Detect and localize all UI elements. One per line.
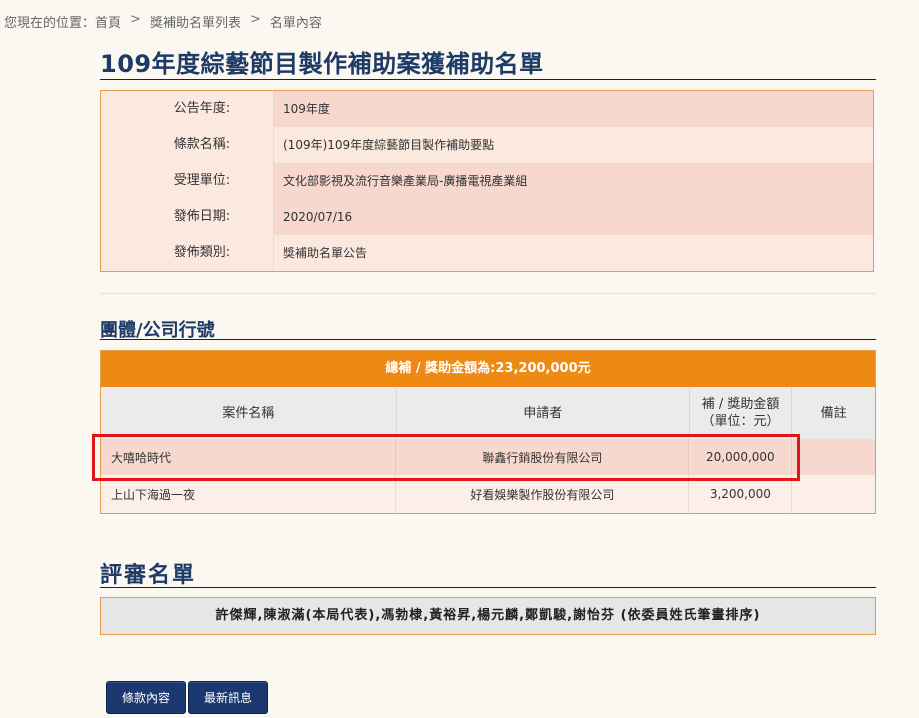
info-row-category: 發佈類別: 獎補助名單公告 <box>101 235 873 271</box>
info-row-terms: 條款名稱: (109年)109年度綜藝節目製作補助要點 <box>101 127 873 163</box>
table-header: 案件名稱 申請者 補 / 獎助金額 （單位：元） 備註 <box>101 387 875 439</box>
section-rule <box>100 587 876 588</box>
news-button[interactable]: 最新訊息 <box>188 681 268 714</box>
note <box>792 439 875 475</box>
column-header-applicant: 申請者 <box>397 387 690 439</box>
breadcrumb: 您現在的位置： 首頁 > 獎補助名單列表 > 名單內容 <box>4 12 322 31</box>
column-header-note: 備註 <box>820 405 847 421</box>
amount-header-line2: （單位：元） <box>701 414 780 429</box>
column-divider <box>273 91 274 271</box>
amount: 20,000,000 <box>689 439 793 475</box>
info-label: 發佈類別: <box>173 245 231 260</box>
section-rule <box>100 339 876 340</box>
info-value: 文化部影視及流行音樂產業局-廣播電視產業組 <box>273 163 873 199</box>
info-value: 獎補助名單公告 <box>273 235 873 271</box>
info-value: 2020/07/16 <box>273 199 873 235</box>
info-row-year: 公告年度: 109年度 <box>101 91 873 127</box>
note <box>792 475 875 513</box>
case-name: 大嘻哈時代 <box>101 439 397 475</box>
column-header-case: 案件名稱 <box>101 387 397 439</box>
column-header-amount: 補 / 獎助金額 （單位：元） <box>690 387 793 439</box>
section-title-reviewers: 評審名單 <box>100 563 197 588</box>
info-label: 條款名稱: <box>173 137 231 152</box>
terms-button[interactable]: 條款內容 <box>106 681 186 714</box>
info-label: 受理單位: <box>173 173 231 188</box>
grant-table: 總補 / 獎助金額為:23,200,000元 案件名稱 申請者 補 / 獎助金額… <box>100 350 876 514</box>
announcement-info-table: 公告年度: 109年度 條款名稱: (109年)109年度綜藝節目製作補助要點 … <box>100 90 874 272</box>
info-label: 公告年度: <box>173 101 231 116</box>
applicant: 好看娛樂製作股份有限公司 <box>396 475 690 513</box>
breadcrumb-current: 名單內容 <box>269 16 322 31</box>
page-title: 109年度綜藝節目製作補助案獲補助名單 <box>100 50 544 78</box>
info-row-date: 發佈日期: 2020/07/16 <box>101 199 873 235</box>
table-row: 上山下海過一夜 好看娛樂製作股份有限公司 3,200,000 <box>101 475 875 513</box>
breadcrumb-list-link[interactable]: 獎補助名單列表 <box>150 12 241 31</box>
breadcrumb-home-link[interactable]: 首頁 <box>95 12 121 31</box>
applicant: 聯鑫行銷股份有限公司 <box>396 439 690 475</box>
info-value: (109年)109年度綜藝節目製作補助要點 <box>273 127 873 163</box>
total-amount-bar: 總補 / 獎助金額為:23,200,000元 <box>101 351 875 387</box>
info-label: 發佈日期: <box>173 209 231 224</box>
breadcrumb-separator: > <box>249 12 261 27</box>
breadcrumb-prefix: 您現在的位置： <box>4 16 96 31</box>
title-divider <box>100 79 876 80</box>
amount-header-line1: 補 / 獎助金額 <box>701 397 780 412</box>
amount: 3,200,000 <box>689 475 793 513</box>
info-value: 109年度 <box>273 91 873 127</box>
breadcrumb-separator: > <box>130 12 141 27</box>
table-row: 大嘻哈時代 聯鑫行銷股份有限公司 20,000,000 <box>101 439 875 475</box>
case-name: 上山下海過一夜 <box>101 475 397 513</box>
info-row-unit: 受理單位: 文化部影視及流行音樂產業局-廣播電視產業組 <box>101 163 873 199</box>
section-divider <box>100 293 876 294</box>
reviewer-list: 許傑輝,陳淑滿(本局代表),馮勃棣,黃裕昇,楊元麟,鄭凱駿,謝怡芬 (依委員姓氏… <box>100 597 876 635</box>
